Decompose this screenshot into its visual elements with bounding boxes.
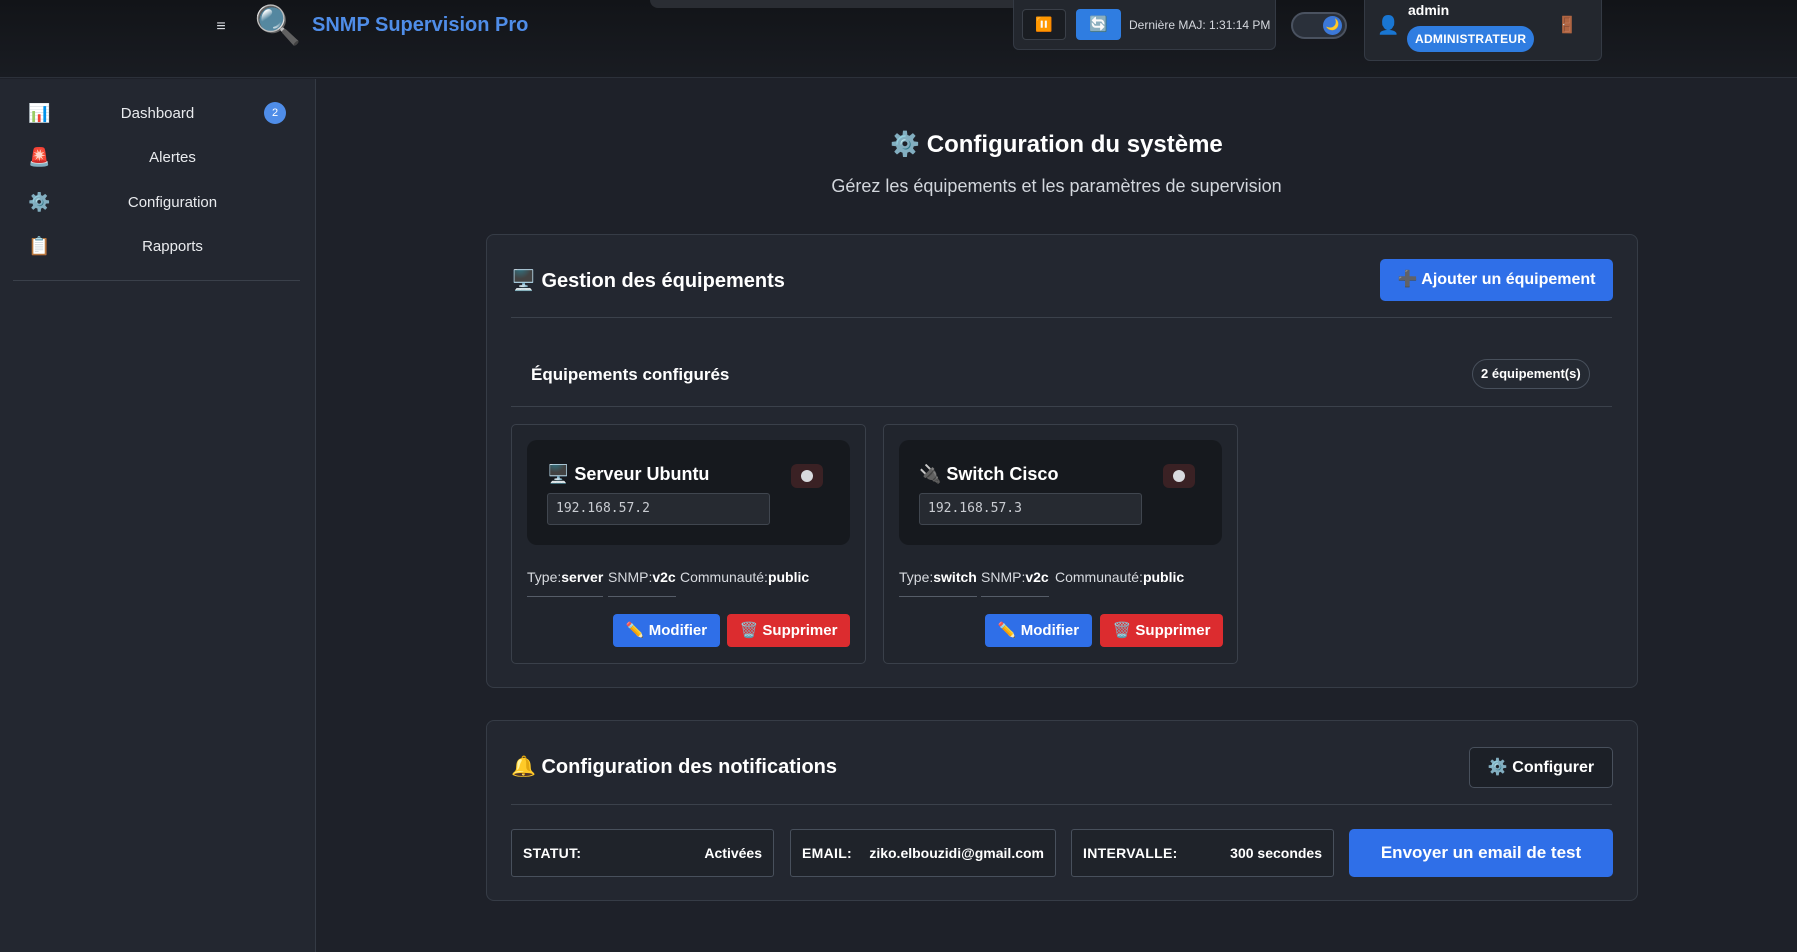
community-label: Communauté: [680, 569, 768, 585]
sidebar-item-dashboard[interactable]: 📊 Dashboard 2 [0, 93, 315, 133]
page-subtitle: Gérez les équipements et les paramètres … [831, 176, 1282, 196]
device-ip-field: 192.168.57.2 [547, 493, 770, 525]
device-snmp: SNMP:v2c [981, 569, 1049, 597]
device-type: Type:switch [899, 569, 977, 597]
device-header: 🖥️ Serveur Ubuntu 192.168.57.2 [527, 440, 850, 545]
pause-button[interactable]: ⏸️ [1022, 9, 1066, 40]
sidebar-item-label: Alertes [149, 149, 196, 166]
status-info: STATUT: Activées [511, 829, 774, 877]
status-indicator-icon [1163, 464, 1195, 488]
top-header: ≡ 🔍 SNMP Supervision Pro ⏸️ 🔄 Dernière M… [0, 0, 1797, 78]
device-name: 🔌 Switch Cisco [919, 464, 1059, 484]
delete-device-button[interactable]: 🗑️ Supprimer [1100, 614, 1223, 647]
sidebar-item-label: Rapports [142, 238, 203, 255]
type-value: server [561, 569, 604, 585]
email-value: ziko.elbouzidi@gmail.com [869, 845, 1044, 861]
menu-toggle-icon[interactable]: ≡ [210, 16, 232, 38]
configure-notifications-button[interactable]: ⚙️ Configurer [1469, 747, 1613, 788]
notifications-panel-title: 🔔 Configuration des notifications [511, 756, 838, 778]
status-value: Activées [704, 845, 762, 861]
divider [511, 406, 1612, 407]
page-title: ⚙️ Configuration du système [890, 131, 1223, 158]
user-panel: 👤 admin ADMINISTRATEUR 🚪 [1364, 0, 1602, 61]
status-indicator-icon [791, 464, 823, 488]
equipment-panel: 🖥️ Gestion des équipements ➕ Ajouter un … [486, 234, 1638, 688]
sidebar-item-label: Configuration [127, 194, 218, 211]
community-value: public [1142, 569, 1185, 585]
user-icon: 👤 [1377, 15, 1400, 35]
sidebar-item-alertes[interactable]: 🚨 Alertes [0, 137, 315, 177]
email-label: EMAIL: [802, 845, 853, 861]
interval-label: INTERVALLE: [1083, 845, 1178, 861]
sidebar-divider [13, 280, 300, 281]
device-snmp: SNMP:v2c [608, 569, 676, 597]
device-header: 🔌 Switch Cisco 192.168.57.3 [899, 440, 1222, 545]
device-card: 🔌 Switch Cisco 192.168.57.3 Type:switch … [883, 424, 1238, 664]
type-value: switch [933, 569, 977, 585]
device-community: Communauté:public [680, 569, 809, 596]
moon-icon: 🌙 [1323, 16, 1342, 35]
divider [511, 317, 1612, 318]
send-test-email-button[interactable]: Envoyer un email de test [1349, 829, 1613, 877]
app-title[interactable]: SNMP Supervision Pro [312, 14, 528, 37]
last-update-text: Dernière MAJ: 1:31:14 PM [1129, 18, 1271, 32]
equipment-count-badge: 2 équipement(s) [1472, 359, 1590, 389]
add-equipment-button[interactable]: ➕ Ajouter un équipement [1380, 259, 1613, 301]
divider [511, 804, 1612, 805]
logout-door-icon[interactable]: 🚪 [1557, 15, 1577, 35]
configured-equipment-title: Équipements configurés [531, 365, 730, 384]
notification-count-badge: 2 [264, 102, 286, 124]
delete-device-button[interactable]: 🗑️ Supprimer [727, 614, 850, 647]
interval-value: 300 secondes [1230, 845, 1322, 861]
device-community: Communauté:public [1055, 569, 1184, 596]
sidebar-item-configuration[interactable]: ⚙️ Configuration [0, 182, 315, 222]
status-label: STATUT: [523, 845, 582, 861]
snmp-value: v2c [652, 569, 676, 585]
interval-info: INTERVALLE: 300 secondes [1071, 829, 1334, 877]
username: admin [1408, 2, 1450, 18]
equipment-panel-title: 🖥️ Gestion des équipements [511, 270, 785, 292]
sidebar: 📊 Dashboard 2 🚨 Alertes ⚙️ Configuration… [0, 79, 316, 952]
community-label: Communauté: [1055, 569, 1143, 585]
role-badge: ADMINISTRATEUR [1407, 26, 1535, 52]
sidebar-item-rapports[interactable]: 📋 Rapports [0, 226, 315, 266]
edit-device-button[interactable]: ✏️ Modifier [613, 614, 720, 647]
theme-toggle[interactable]: 🌙 [1291, 12, 1347, 39]
community-value: public [767, 569, 810, 585]
device-ip-field: 192.168.57.3 [919, 493, 1142, 525]
snmp-label: SNMP: [981, 569, 1026, 585]
notifications-panel: 🔔 Configuration des notifications ⚙️ Con… [486, 720, 1638, 901]
edit-device-button[interactable]: ✏️ Modifier [985, 614, 1092, 647]
refresh-controls: ⏸️ 🔄 Dernière MAJ: 1:31:14 PM [1013, 0, 1276, 50]
snmp-value: v2c [1025, 569, 1049, 585]
device-name: 🖥️ Serveur Ubuntu [547, 464, 710, 484]
device-type: Type:server [527, 569, 604, 597]
type-label: Type: [527, 569, 562, 585]
snmp-label: SNMP: [608, 569, 653, 585]
magnifier-logo-icon: 🔍 [254, 5, 302, 47]
device-card: 🖥️ Serveur Ubuntu 192.168.57.2 Type:serv… [511, 424, 866, 664]
refresh-button[interactable]: 🔄 [1076, 9, 1121, 40]
email-info: EMAIL: ziko.elbouzidi@gmail.com [790, 829, 1056, 877]
type-label: Type: [899, 569, 934, 585]
